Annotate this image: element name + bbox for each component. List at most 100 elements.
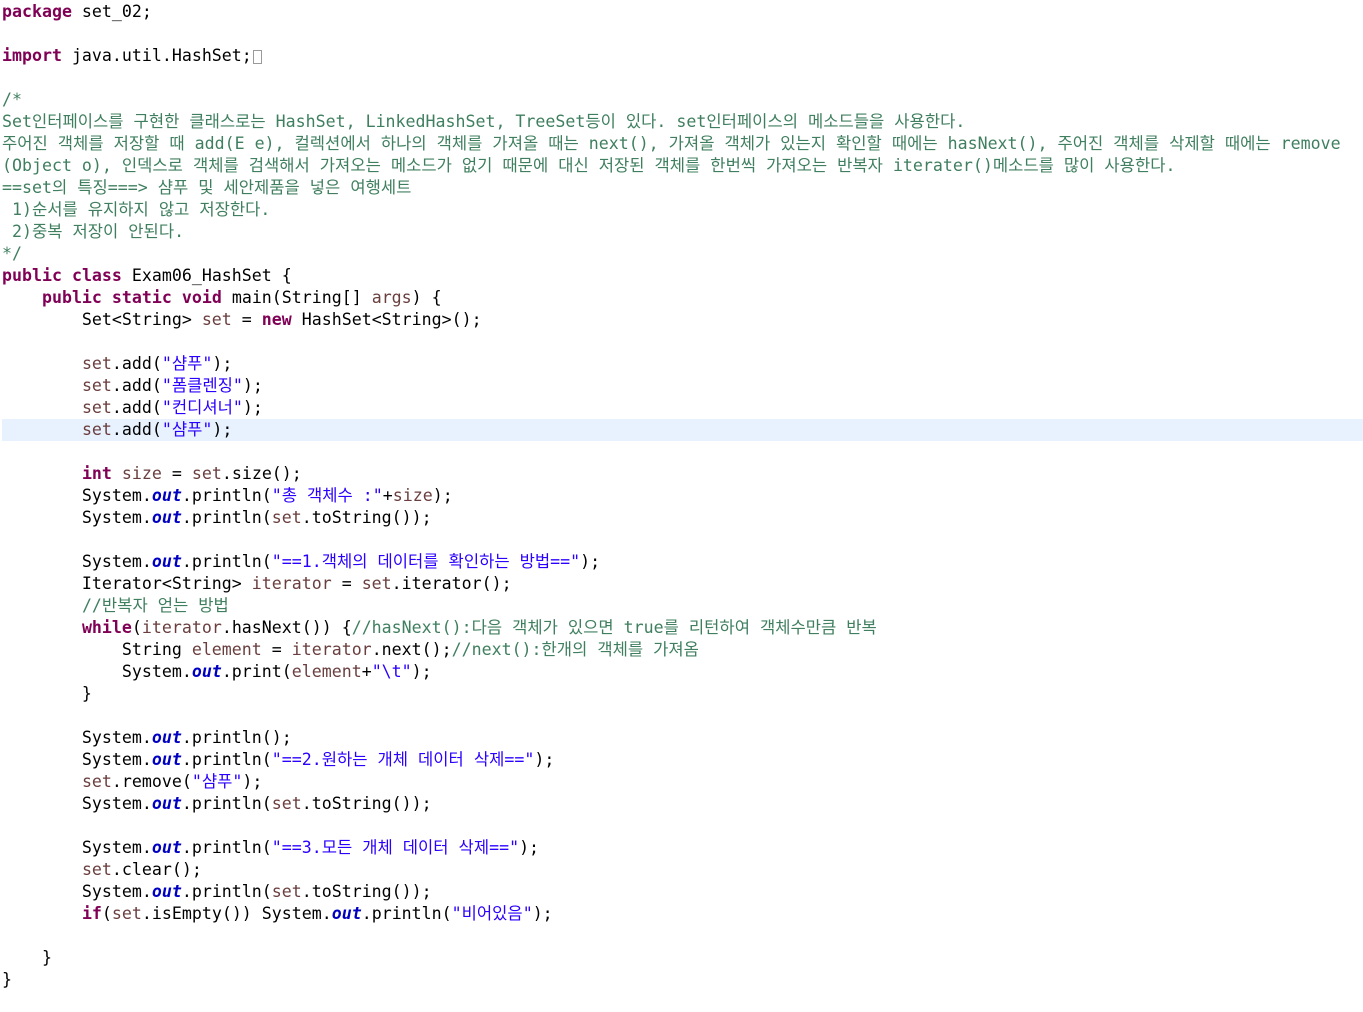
code-text: System. (2, 728, 152, 747)
code-line[interactable] (0, 441, 1363, 463)
code-line[interactable] (0, 529, 1363, 551)
code-line[interactable]: Iterator<String> iterator = set.iterator… (0, 573, 1363, 595)
comment: //반복자 얻는 방법 (81, 596, 229, 615)
code-text: System. (2, 794, 152, 813)
comment: */ (2, 244, 22, 263)
code-text: .println( (181, 750, 272, 769)
code-text: java.util.HashSet; (61, 46, 252, 65)
code-line[interactable]: System.out.println(); (0, 727, 1363, 749)
code-line[interactable]: System.out.println("==3.모든 개체 데이터 삭제==")… (0, 837, 1363, 859)
code-text: System. (2, 838, 152, 857)
code-line[interactable]: while(iterator.hasNext()) {//hasNext():다… (0, 617, 1363, 639)
code-line[interactable]: System.out.print(element+"\t"); (0, 661, 1363, 683)
code-text: .hasNext()) { (221, 618, 352, 637)
code-line[interactable]: if(set.isEmpty()) System.out.println("비어… (0, 903, 1363, 925)
code-line[interactable]: System.out.println("총 객체수 :"+size); (0, 485, 1363, 507)
code-line[interactable]: set.clear(); (0, 859, 1363, 881)
code-editor[interactable]: package set_02;import java.util.HashSet;… (0, 0, 1363, 1012)
static-field: out (151, 486, 182, 505)
code-text: } (2, 970, 12, 989)
static-field: out (151, 552, 182, 571)
code-text: System. (2, 486, 152, 505)
code-line[interactable]: //반복자 얻는 방법 (0, 595, 1363, 617)
code-text: ); (411, 662, 432, 681)
static-field: out (151, 728, 182, 747)
code-text: } (2, 684, 92, 703)
code-text: Exam06_HashSet { (121, 266, 292, 285)
variable: iterator (251, 574, 332, 593)
code-text: ( (131, 618, 142, 637)
code-line[interactable]: set.add("샴푸"); (0, 353, 1363, 375)
code-text: ); (242, 376, 263, 395)
code-line[interactable] (0, 331, 1363, 353)
code-line[interactable]: String element = iterator.next();//next(… (0, 639, 1363, 661)
code-line[interactable]: } (0, 969, 1363, 991)
code-line[interactable] (0, 705, 1363, 727)
code-line[interactable] (0, 925, 1363, 947)
code-line[interactable]: System.out.println(set.toString()); (0, 793, 1363, 815)
string-literal: "총 객체수 :" (271, 486, 383, 505)
string-literal: "\t" (371, 662, 412, 681)
code-line[interactable]: set.add("폼클렌징"); (0, 375, 1363, 397)
code-line[interactable]: set.add("컨디셔너"); (0, 397, 1363, 419)
code-line[interactable]: 주어진 객체를 저장할 때 add(E e), 컬렉션에서 하나의 객체를 가져… (0, 133, 1363, 155)
code-line[interactable]: } (0, 947, 1363, 969)
folded-imports-icon[interactable] (252, 49, 262, 64)
variable: size (121, 464, 162, 483)
string-literal: "==1.객체의 데이터를 확인하는 방법==" (271, 552, 581, 571)
code-text: .println( (181, 552, 272, 571)
code-text: .toString()); (301, 882, 432, 901)
code-line[interactable]: } (0, 683, 1363, 705)
code-line[interactable]: System.out.println(set.toString()); (0, 507, 1363, 529)
code-line[interactable]: Set인터페이스를 구현한 클래스로는 HashSet, LinkedHashS… (0, 111, 1363, 133)
variable: element (291, 662, 362, 681)
code-line[interactable]: */ (0, 243, 1363, 265)
code-text: ); (432, 486, 453, 505)
code-line[interactable]: public class Exam06_HashSet { (0, 265, 1363, 287)
code-line[interactable]: System.out.println(set.toString()); (0, 881, 1363, 903)
code-line[interactable]: 2)중복 저장이 안된다. (0, 221, 1363, 243)
keyword: int (81, 464, 112, 483)
code-line[interactable]: set.remove("샴푸"); (0, 771, 1363, 793)
code-text: System. (2, 882, 152, 901)
code-line[interactable] (0, 23, 1363, 45)
static-field: out (331, 904, 362, 923)
code-line[interactable] (0, 815, 1363, 837)
string-literal: "컨디셔너" (161, 398, 243, 417)
code-line[interactable] (0, 67, 1363, 89)
code-line[interactable]: Set<String> set = new HashSet<String>(); (0, 309, 1363, 331)
code-line[interactable]: System.out.println("==1.객체의 데이터를 확인하는 방법… (0, 551, 1363, 573)
code-line[interactable]: /* (0, 89, 1363, 111)
code-text: ); (242, 772, 263, 791)
string-literal: "샴푸" (161, 420, 213, 439)
code-line[interactable]: 1)순서를 유지하지 않고 저장한다. (0, 199, 1363, 221)
code-text: .toString()); (301, 508, 432, 527)
string-literal: "==3.모든 개체 데이터 삭제==" (271, 838, 520, 857)
variable: args (371, 288, 412, 307)
code-line[interactable]: ==set의 특징===> 샴푸 및 세안제품을 넣은 여행세트 (0, 177, 1363, 199)
code-text: set_02; (71, 2, 152, 21)
code-line-current[interactable]: set.add("샴푸"); (2, 419, 1363, 441)
code-line[interactable]: import java.util.HashSet; (0, 45, 1363, 67)
code-text: System. (2, 750, 152, 769)
variable: size (392, 486, 433, 505)
static-field: out (151, 838, 182, 857)
code-line[interactable]: int size = set.size(); (0, 463, 1363, 485)
code-line[interactable]: package set_02; (0, 1, 1363, 23)
code-line[interactable]: public static void main(String[] args) { (0, 287, 1363, 309)
code-line[interactable]: (Object o), 인덱스로 객체를 검색해서 가져오는 메소드가 없기 때… (0, 155, 1363, 177)
code-line[interactable]: System.out.println("==2.원하는 개체 데이터 삭제=="… (0, 749, 1363, 771)
code-text: = (231, 310, 262, 329)
comment: ==set의 특징===> 샴푸 및 세안제품을 넣은 여행세트 (2, 178, 412, 197)
code-text: .add( (111, 398, 162, 417)
code-text: .clear(); (111, 860, 202, 879)
code-text: ); (534, 750, 555, 769)
code-text: ( (101, 904, 112, 923)
string-literal: "==2.원하는 개체 데이터 삭제==" (271, 750, 535, 769)
